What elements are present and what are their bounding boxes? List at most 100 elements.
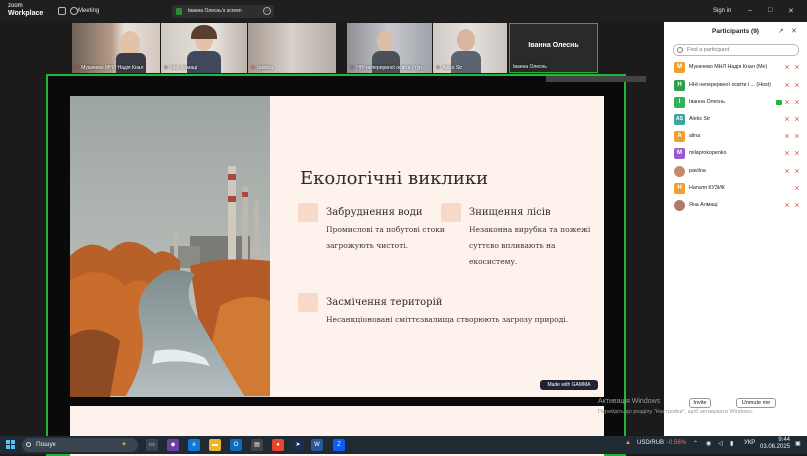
windows-start-icon[interactable]	[6, 440, 16, 450]
participants-panel: Participants (9) ↗ ✕ Find a participant …	[664, 22, 807, 436]
close-panel-icon[interactable]: ✕	[791, 27, 797, 35]
factory-river-image	[70, 96, 270, 397]
task-view-icon[interactable]: ▭	[146, 439, 158, 451]
video-off-icon: ⨯	[794, 99, 800, 106]
sign-in-link[interactable]: Sign in	[713, 8, 731, 14]
unmute-me-button[interactable]: Unmute me	[736, 398, 776, 408]
word-icon[interactable]: W	[311, 439, 323, 451]
video-off-icon: ⨯	[794, 133, 800, 140]
maximize-button[interactable]: □	[768, 7, 772, 14]
video-thumb[interactable]: ✕ Aleks Str	[433, 23, 507, 73]
video-thumb-active[interactable]: Іванна Олеснь Іванна Олеснь	[509, 23, 598, 73]
zoom-taskbar-icon[interactable]: Z	[333, 439, 345, 451]
outlook-icon[interactable]: O	[230, 439, 242, 451]
avatar: M	[674, 148, 685, 159]
participant-row[interactable]: Яна Алмаці ⨯ ⨯	[674, 200, 802, 212]
avatar: Н	[674, 80, 685, 91]
edge-icon[interactable]: e	[188, 439, 200, 451]
shield-icon[interactable]	[70, 7, 78, 15]
invite-button[interactable]: Invite	[689, 398, 711, 408]
thumb-name: ✕ Яна Алмаці	[164, 65, 198, 71]
store-icon[interactable]: ▤	[251, 439, 263, 451]
thumb-name: ✕ Мукачево МНЛ Надія Кнал	[75, 65, 144, 71]
participant-row[interactable]: Н Наталя КУЗИК ⨯	[674, 183, 802, 195]
gear-icon[interactable]	[58, 7, 66, 15]
zoom-logo: zoom Workplace	[8, 3, 43, 17]
presentation-slide: Екологічні виклики Забруднення води Пром…	[70, 96, 604, 397]
avatar: Н	[674, 183, 685, 194]
mic-muted-icon: ⨯	[784, 116, 790, 123]
participant-row[interactable]: A alina ⨯ ⨯	[674, 131, 802, 143]
video-thumb[interactable]: ✕ ННі неперервної освіти і тур...	[347, 23, 432, 73]
chip-options-icon[interactable]: ⋯	[263, 7, 271, 15]
avatar: A	[674, 131, 685, 142]
participant-search-input[interactable]: Find a participant	[673, 44, 799, 56]
search-icon	[677, 47, 683, 53]
participant-name: pavlina	[689, 168, 706, 174]
video-thumb[interactable]: ✕ pavlina	[248, 23, 336, 73]
file-explorer-icon[interactable]: ▬	[209, 439, 221, 451]
item-text: Несанкціоновані сміттєзвалища створюють …	[326, 315, 569, 324]
participant-row[interactable]: AS Aleks Str ⨯ ⨯	[674, 114, 802, 126]
currency-change: -0.56%	[667, 440, 687, 446]
sharing-icon	[776, 100, 782, 105]
tray-expand-icon[interactable]: ⌃	[693, 440, 698, 447]
minimize-button[interactable]: –	[748, 7, 752, 14]
windows-activation-watermark: Активація Windows Перейдіть до розділу "…	[598, 398, 754, 415]
bullet-box	[298, 293, 318, 312]
widgets-sparkle-icon[interactable]: ✦	[118, 439, 130, 451]
avatar: М	[674, 62, 685, 73]
avatar	[674, 200, 685, 211]
screen-chip-label: Іванна Олеснь's screen	[188, 8, 242, 14]
item-text: Промислові та побутові стоки загрожують …	[326, 225, 445, 250]
participant-name: alina	[689, 133, 701, 139]
avatar: І	[674, 97, 685, 108]
participant-name: ННі неперервної освіти і ... (Host)	[689, 82, 771, 88]
mic-muted-icon: ⨯	[784, 82, 790, 89]
chart-icon: ▲	[625, 440, 631, 446]
video-stage: ✕ Мукачево МНЛ Надія Кнал ✕ Яна Алмаці ✕ pa…	[0, 22, 664, 456]
made-with-badge[interactable]: Made with GAMMA	[540, 380, 598, 390]
participant-row[interactable]: М Мукачево МНЛ Надія Кнал (Me) ⨯ ⨯	[674, 62, 802, 74]
participant-row[interactable]: Н ННі неперервної освіти і ... (Host) ⨯ …	[674, 80, 802, 92]
participant-name: Іванна Олеснь	[689, 99, 725, 105]
notifications-icon[interactable]: ▣	[795, 440, 801, 447]
bullet-box	[298, 203, 318, 222]
thumb-name: ✕ pavlina	[251, 65, 274, 71]
video-off-icon: ⨯	[794, 202, 800, 209]
copilot-icon[interactable]: ◆	[167, 439, 179, 451]
network-icon[interactable]: ◉	[706, 440, 711, 447]
language-indicator[interactable]: УКР	[744, 440, 755, 446]
chrome-icon[interactable]: ●	[272, 439, 284, 451]
clock[interactable]: 9:44 03.06.2025	[760, 437, 790, 451]
item-heading: Забруднення води	[326, 207, 423, 218]
video-off-icon: ⨯	[794, 116, 800, 123]
meeting-label: Meeting	[78, 8, 100, 14]
screen-share-chip[interactable]: Іванна Олеснь's screen ⋯	[172, 5, 274, 18]
bullet-box	[441, 203, 461, 222]
mic-muted-icon: ⨯	[784, 133, 790, 140]
video-thumb[interactable]: ✕ Яна Алмаці	[161, 23, 247, 73]
slide-title: Екологічні виклики	[300, 168, 489, 189]
share-indicator-icon	[176, 8, 182, 15]
participant-row[interactable]: M milaprokopenko ⨯ ⨯	[674, 148, 802, 160]
battery-icon[interactable]: ▮	[730, 440, 733, 447]
telegram-icon[interactable]: ➤	[292, 439, 304, 451]
item-heading: Знищення лісів	[469, 207, 551, 218]
popout-icon[interactable]: ↗	[778, 27, 784, 35]
search-placeholder: Find a participant	[687, 47, 730, 53]
volume-icon[interactable]: ◁	[718, 440, 723, 447]
participant-name: Aleks Str	[689, 116, 711, 122]
windows-taskbar: Пошук ✦ ▭ ◆ e ▬ O ▤ ● ➤ W Z ▲ USD/RUB -0…	[0, 436, 807, 454]
avatar	[674, 166, 685, 177]
participant-row[interactable]: І Іванна Олеснь ⨯ ⨯	[674, 97, 802, 109]
video-thumb[interactable]: ✕ Мукачево МНЛ Надія Кнал	[72, 23, 160, 73]
mic-muted-icon: ⨯	[794, 185, 800, 192]
close-button[interactable]: ✕	[788, 7, 794, 15]
participant-row[interactable]: pavlina ⨯ ⨯	[674, 166, 802, 178]
video-off-icon: ⨯	[794, 168, 800, 175]
mic-muted-icon: ⨯	[784, 64, 790, 71]
avatar: AS	[674, 114, 685, 125]
mic-muted-icon: ⨯	[784, 168, 790, 175]
search-icon	[26, 442, 31, 447]
